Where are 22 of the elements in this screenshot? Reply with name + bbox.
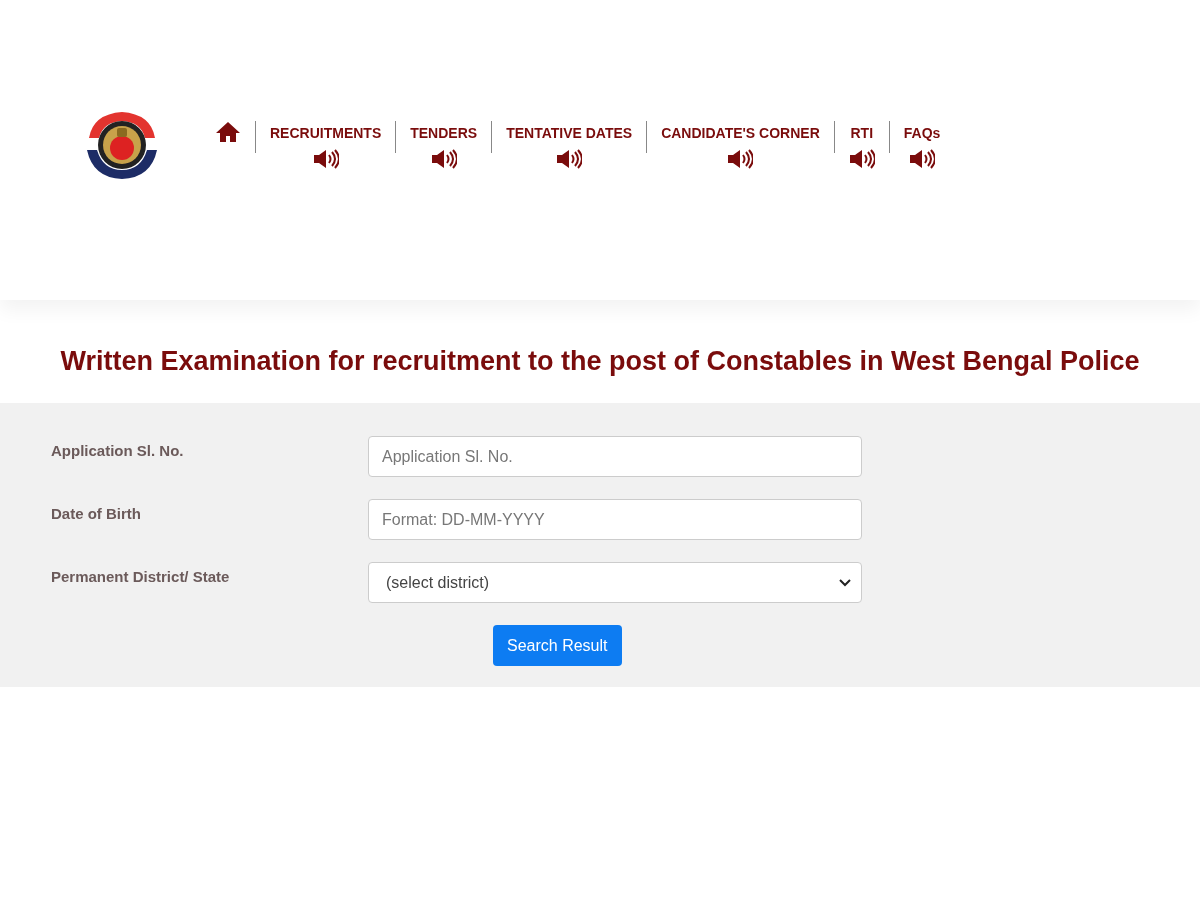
speaker-icon[interactable] [556,149,583,169]
nav-link[interactable]: TENTATIVE DATES [506,121,633,141]
nav-link[interactable]: FAQs [903,121,941,141]
chevron-down-icon [839,578,851,587]
speaker-icon[interactable] [727,149,754,169]
speaker-icon[interactable] [312,149,339,169]
scrolling-headline: Written Examination for recruitment to the post of Constables in West Bengal Police [60,346,1140,377]
field-label: Permanent District/ State [50,567,231,585]
speaker-icon[interactable] [909,149,936,169]
search-result-button[interactable]: Search Result [493,625,622,666]
input-field[interactable]: Application Sl. No. [368,436,862,477]
input-field[interactable]: Format: DD-MM-YYYY [368,499,862,540]
home-icon [215,121,241,143]
nav-link[interactable]: TENDERS [410,121,478,141]
field-label: Application Sl. No. [50,441,185,459]
nav-link[interactable]: RECRUITMENTS [270,121,382,141]
speaker-icon[interactable] [430,149,457,169]
field-label: Date of Birth [50,504,142,522]
speaker-icon[interactable] [848,149,875,169]
nav-link[interactable]: CANDIDATE'S CORNER [661,121,820,141]
district-dropdown[interactable]: (select district) [368,562,862,603]
nav-link[interactable]: RTI [850,121,874,141]
